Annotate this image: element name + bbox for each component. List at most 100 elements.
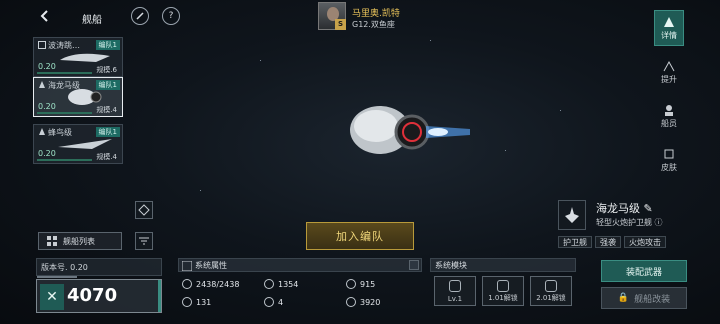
trait-tag: 强袭 [595, 236, 621, 248]
modules-title: 系统模块 [435, 261, 467, 270]
back-arrow-icon [40, 10, 48, 22]
attr-range: 3920 [346, 294, 380, 310]
module-icon [449, 280, 461, 292]
expand-toggle[interactable] [409, 260, 419, 270]
attr-shield: 1354 [264, 276, 298, 292]
edit-button[interactable] [131, 7, 149, 25]
attr-slots: 4 [264, 294, 283, 310]
skin-icon [664, 149, 674, 158]
info-icon[interactable]: ⓘ [655, 218, 663, 227]
module-slot[interactable]: Lv.1 [434, 276, 476, 306]
escort-class-icon [565, 207, 579, 223]
commander-name: 马里奥.凯特 [352, 9, 400, 19]
flame-icon [39, 128, 45, 135]
speed-icon [346, 279, 356, 289]
nav-crew-label: 船员 [661, 118, 677, 128]
flame-icon [39, 81, 45, 88]
nav-details-label: 详情 [661, 30, 677, 40]
ship-score: 0.20 [38, 149, 56, 158]
filter-icon [139, 237, 149, 245]
ship-thumbnail [60, 53, 110, 62]
power-edge [158, 280, 161, 312]
ship-type-icon [38, 41, 46, 49]
ship-thumbnail [68, 89, 102, 105]
version-label: 版本号. 0.20 [41, 263, 88, 272]
lock-icon [545, 280, 557, 292]
nav-details[interactable]: 详情 [654, 10, 684, 46]
module-slot-label: Lv.1 [447, 295, 463, 303]
trait-tag: 护卫舰 [558, 236, 592, 248]
back-button[interactable] [35, 6, 55, 26]
upgrade-icon [663, 60, 675, 71]
avatar: S [318, 2, 346, 30]
trait-tag: 火炮攻击 [624, 236, 666, 248]
filter-button[interactable] [135, 232, 153, 250]
emblem-icon [138, 204, 150, 216]
nav-crew[interactable]: 船员 [654, 98, 684, 134]
module-slot-locked[interactable]: 2.01解锁 [530, 276, 572, 306]
ship-score: 0.20 [38, 102, 56, 111]
ship-card[interactable]: 波涛跳… 编队1 0.20 规模.6 [33, 37, 123, 77]
nav-skin[interactable]: 皮肤 [654, 142, 684, 178]
grid-icon [47, 236, 57, 246]
slots-icon [264, 297, 274, 307]
attr-energy: 131 [182, 294, 211, 310]
module-slot-label: 2.01解锁 [536, 294, 566, 302]
nav-skin-label: 皮肤 [661, 162, 677, 172]
attributes-icon [182, 261, 192, 271]
ship-list-label: 舰船列表 [63, 236, 95, 246]
power-icon: ✕ [40, 284, 64, 310]
class-name: 海龙马级 ✎ [596, 202, 653, 215]
ship-score: 0.20 [38, 62, 56, 71]
module-slot-locked[interactable]: 1.01解锁 [482, 276, 524, 306]
version-bar [37, 276, 77, 278]
ship-modify-button[interactable]: 🔒 舰船改装 [601, 287, 687, 309]
side-nav: 详情 提升 船员 皮肤 [654, 10, 684, 186]
lock-icon [497, 280, 509, 292]
ship-model [350, 106, 470, 154]
lock-icon: 🔒 [617, 293, 630, 303]
fleet-emblem-button[interactable] [135, 201, 153, 219]
question-icon: ? [168, 11, 174, 21]
class-type: 轻型火炮护卫舰 ⓘ [596, 218, 663, 227]
star [200, 190, 201, 191]
power-value: 4070 [67, 285, 118, 306]
star [430, 40, 431, 41]
version-panel: 版本号. 0.20 [36, 258, 162, 278]
trait-list: 护卫舰 强袭 火炮攻击 [558, 236, 666, 248]
ship-bar [37, 159, 92, 161]
ship-list-button[interactable]: 舰船列表 [38, 232, 122, 250]
nav-upgrade[interactable]: 提升 [654, 54, 684, 90]
attributes-panel: 系统属性 2438/2438 1354 915 131 4 3920 [178, 258, 422, 314]
attr-speed: 915 [346, 276, 375, 292]
commander-location: G12.双鱼座 [352, 20, 395, 29]
details-icon [664, 16, 674, 27]
modules-header: 系统模块 [430, 258, 576, 272]
module-slot-label: 1.01解锁 [488, 294, 518, 302]
shield-icon [264, 279, 274, 289]
equip-weapons-button[interactable]: 装配武器 [601, 260, 687, 282]
energy-icon [182, 297, 192, 307]
attr-armor: 2438/2438 [182, 276, 239, 292]
attributes-header[interactable]: 系统属性 [178, 258, 422, 272]
join-fleet-button[interactable]: 加入编队 [306, 222, 414, 250]
help-button[interactable]: ? [162, 7, 180, 25]
ship-bar [37, 72, 92, 74]
nav-upgrade-label: 提升 [661, 74, 677, 84]
page-title: 舰船 [82, 15, 102, 26]
range-icon [346, 297, 356, 307]
ship-scale: 规模.4 [96, 106, 117, 114]
ship-scale: 规模.6 [96, 66, 117, 74]
ship-bar [37, 112, 92, 114]
class-emblem [558, 200, 586, 230]
star [560, 110, 561, 111]
edit-name-icon[interactable]: ✎ [644, 202, 653, 215]
ship-scale: 规模.4 [96, 153, 117, 161]
ship-card-selected[interactable]: 海龙马级 编队1 0.20 规模.4 [33, 77, 123, 117]
ship-modify-label: 舰船改装 [634, 294, 671, 305]
ship-card[interactable]: 蜂鸟级 编队1 0.20 规模.4 [33, 124, 123, 164]
rank-badge: S [335, 19, 346, 30]
attributes-title: 系统属性 [195, 261, 227, 270]
power-panel: ✕ 4070 [36, 279, 162, 313]
crew-icon [665, 104, 673, 116]
